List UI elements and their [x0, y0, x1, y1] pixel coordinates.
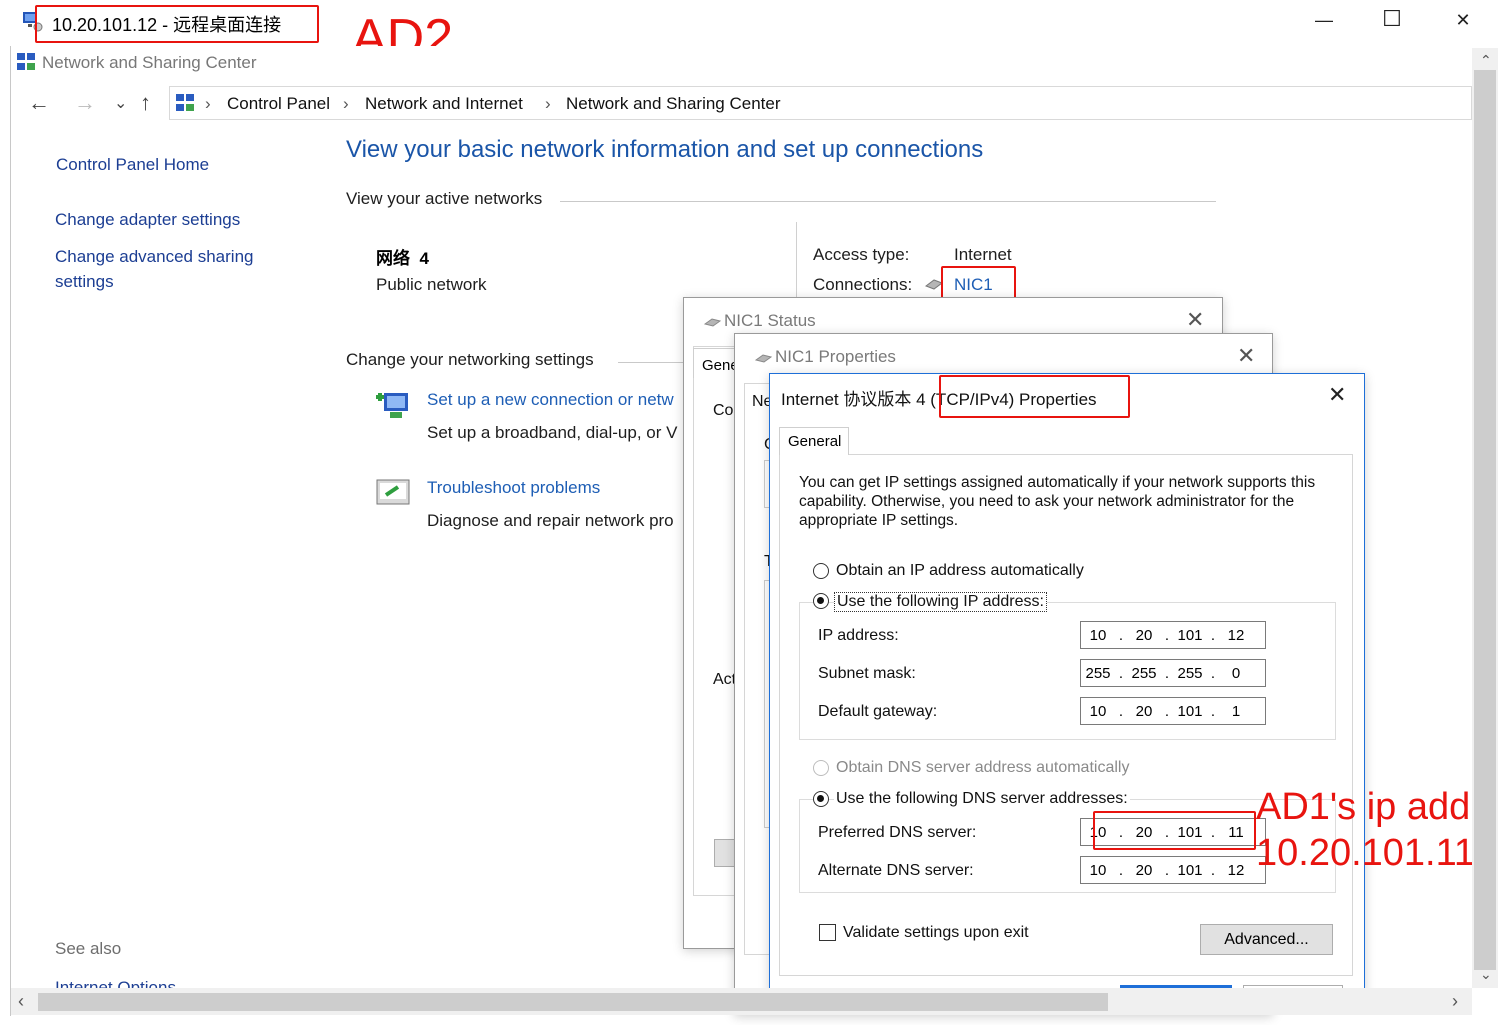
- breadcrumb-separator: ›: [205, 94, 211, 113]
- activity-heading: Act: [713, 671, 737, 688]
- obtain-dns-radio[interactable]: [813, 760, 829, 776]
- page-title: View your basic network information and …: [346, 136, 984, 163]
- setup-connection-desc: Set up a broadband, dial-up, or V: [427, 423, 678, 442]
- network-type: Public network: [376, 275, 487, 294]
- sidebar-change-sharing-line2[interactable]: settings: [55, 269, 114, 294]
- validate-label[interactable]: Validate settings upon exit: [843, 924, 1029, 942]
- use-ip-radio[interactable]: [813, 593, 829, 609]
- obtain-dns-label[interactable]: Obtain DNS server address automatically: [836, 759, 1129, 777]
- troubleshoot-link[interactable]: Troubleshoot problems: [427, 478, 600, 498]
- tab-general[interactable]: Gene: [693, 348, 739, 378]
- see-also-heading: See also: [55, 939, 122, 958]
- connections-label: Connections:: [813, 275, 913, 294]
- use-dns-label[interactable]: Use the following DNS server addresses:: [834, 790, 1130, 808]
- close-icon[interactable]: ✕: [1328, 382, 1346, 408]
- advanced-button[interactable]: Advanced...: [1200, 924, 1333, 955]
- scroll-thumb-horizontal[interactable]: [38, 993, 1108, 1011]
- breadcrumb-network-sharing[interactable]: Network and Sharing Center: [566, 94, 781, 114]
- setup-connection-link[interactable]: Set up a new connection or netw: [427, 390, 674, 410]
- scroll-up-icon[interactable]: ⌃: [1480, 52, 1492, 69]
- network-name: 网络 4: [376, 249, 429, 268]
- nic1-properties-title: NIC1 Properties: [775, 347, 896, 366]
- divider: [796, 222, 797, 300]
- alternate-dns-label: Alternate DNS server:: [818, 862, 974, 879]
- troubleshoot-desc: Diagnose and repair network pro: [427, 511, 674, 530]
- use-dns-radio[interactable]: [813, 791, 829, 807]
- breadcrumb-separator: ›: [343, 94, 349, 113]
- up-button[interactable]: ↑: [140, 90, 151, 116]
- preferred-dns-label: Preferred DNS server:: [818, 824, 977, 841]
- use-ip-label[interactable]: Use the following IP address:: [834, 592, 1047, 612]
- breadcrumb-network-internet[interactable]: Network and Internet: [365, 94, 523, 114]
- scroll-thumb[interactable]: [1474, 70, 1496, 970]
- access-type-label: Access type:: [813, 245, 910, 264]
- forward-button[interactable]: →: [74, 90, 96, 116]
- alternate-dns-field[interactable]: 10. 20. 101. 12: [1080, 856, 1266, 884]
- network-center-icon: [17, 53, 35, 70]
- subnet-mask-field[interactable]: 255. 255. 255. 0: [1080, 659, 1266, 687]
- ethernet-icon: [704, 318, 722, 327]
- ip-address-label: IP address:: [818, 627, 899, 644]
- scroll-down-icon[interactable]: ⌄: [1480, 966, 1492, 983]
- default-gateway-label: Default gateway:: [818, 703, 938, 720]
- close-button[interactable]: ✕: [1443, 10, 1483, 31]
- recent-locations-button[interactable]: ⌄: [114, 93, 127, 113]
- close-icon[interactable]: ✕: [1237, 343, 1255, 369]
- maximize-button[interactable]: ☐: [1372, 6, 1412, 32]
- default-gateway-field[interactable]: 10. 20. 101. 1: [1080, 697, 1266, 725]
- ip-settings-description: You can get IP settings assigned automat…: [799, 474, 1316, 529]
- active-networks-heading: View your active networks: [346, 189, 543, 208]
- subnet-mask-label: Subnet mask:: [818, 665, 916, 682]
- connection-heading: Co: [713, 402, 734, 419]
- annotation-box-ipv4: [939, 375, 1130, 418]
- annotation-ad1-label: AD1's ip addr:: [1256, 786, 1494, 828]
- window-title: Network and Sharing Center: [42, 53, 257, 72]
- divider: [560, 201, 1216, 202]
- scroll-right-icon[interactable]: ›: [1452, 991, 1458, 1012]
- change-settings-heading: Change your networking settings: [346, 350, 594, 369]
- access-type-value: Internet: [954, 245, 1012, 264]
- ethernet-icon: [755, 354, 773, 363]
- validate-checkbox[interactable]: [819, 924, 836, 941]
- nic1-status-title: NIC1 Status: [724, 311, 816, 330]
- ip-address-field[interactable]: 10. 20. 101. 12: [1080, 621, 1266, 649]
- back-button[interactable]: ←: [28, 90, 50, 116]
- divider: [618, 362, 688, 363]
- sidebar-internet-options[interactable]: Internet Options: [55, 975, 176, 989]
- minimize-button[interactable]: —: [1304, 10, 1344, 31]
- scroll-left-icon[interactable]: ‹: [18, 991, 24, 1012]
- obtain-ip-label[interactable]: Obtain an IP address automatically: [836, 562, 1084, 580]
- control-panel-icon: [176, 94, 194, 111]
- annotation-box-dns: [1093, 811, 1256, 850]
- sidebar-control-panel-home[interactable]: Control Panel Home: [56, 152, 209, 177]
- close-icon[interactable]: ✕: [1186, 307, 1204, 333]
- sidebar-change-sharing-line1[interactable]: Change advanced sharing: [55, 244, 253, 269]
- breadcrumb-control-panel[interactable]: Control Panel: [227, 94, 330, 114]
- troubleshoot-icon: [376, 479, 410, 505]
- sidebar-change-adapter[interactable]: Change adapter settings: [55, 207, 240, 232]
- setup-connection-icon: [376, 393, 408, 418]
- obtain-ip-radio[interactable]: [813, 563, 829, 579]
- tab-general[interactable]: General: [779, 427, 849, 455]
- breadcrumb-separator: ›: [545, 94, 551, 113]
- annotation-box-title: [35, 5, 319, 43]
- annotation-ad1-ip: 10.20.101.11: [1256, 832, 1476, 874]
